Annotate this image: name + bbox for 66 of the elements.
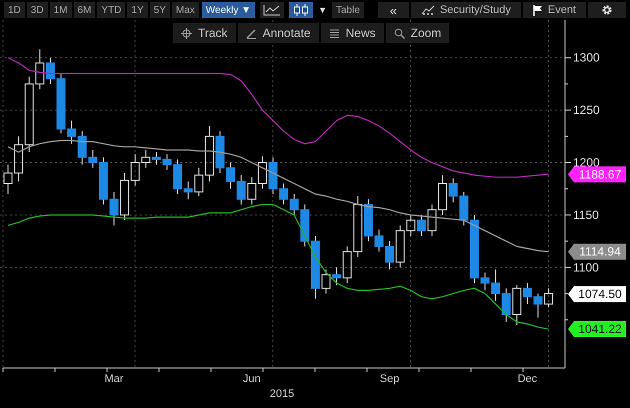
- candlestick: [416, 214, 426, 236]
- candlestick-button[interactable]: [289, 2, 314, 18]
- line-chart-icon: [263, 4, 282, 16]
- x-axis-title: 2015: [270, 388, 294, 400]
- candlestick: [480, 272, 490, 291]
- candlestick: [502, 288, 511, 322]
- candlestick: [268, 156, 278, 194]
- price-tag: 1114.94: [568, 244, 626, 260]
- track-tool-button[interactable]: Track: [173, 23, 236, 43]
- candlestick: [226, 162, 236, 190]
- candlestick: [236, 174, 246, 205]
- security-study-button[interactable]: Security/Study: [410, 2, 521, 18]
- line-chart-button[interactable]: [260, 2, 284, 18]
- candlestick: [4, 164, 12, 194]
- x-tick-label: Mar: [104, 373, 124, 385]
- zoom-tool-button[interactable]: Zoom: [386, 23, 450, 43]
- candlestick: [491, 268, 500, 302]
- candlestick: [258, 156, 267, 190]
- range-button[interactable]: 1M: [50, 2, 72, 18]
- price-tag: 1188.67: [568, 166, 626, 182]
- settings-button[interactable]: [588, 2, 626, 18]
- flag-icon: [532, 4, 543, 16]
- news-tool-button[interactable]: News: [320, 23, 384, 43]
- range-button[interactable]: 1D: [4, 2, 25, 18]
- crosshair-icon: [181, 28, 192, 38]
- price-tag: 1041.22: [568, 320, 626, 337]
- chart-type-caret[interactable]: ▼: [315, 5, 330, 15]
- range-button[interactable]: 3D: [26, 2, 48, 18]
- x-tick-label: Jun: [242, 373, 261, 385]
- pencil-icon: [246, 28, 257, 38]
- candlestick: [216, 130, 224, 174]
- range-button[interactable]: 1Y: [127, 2, 148, 18]
- y-tick-label: 1100: [573, 260, 599, 274]
- search-icon: [394, 28, 405, 38]
- candlestick: [110, 191, 118, 226]
- candlestick: [364, 198, 373, 242]
- candlestick: [56, 72, 66, 134]
- y-tick-label: 1150: [573, 208, 599, 222]
- candlestick: [152, 152, 161, 166]
- candlestick: [67, 120, 76, 144]
- candlestick: [534, 293, 542, 318]
- period-dropdown[interactable]: Weekly ▼: [202, 2, 256, 18]
- candlestick: [544, 288, 554, 308]
- range-button[interactable]: 5Y: [150, 2, 170, 18]
- candlestick: [247, 176, 256, 205]
- event-button[interactable]: Event: [522, 2, 586, 18]
- candlestick: [428, 204, 436, 236]
- lines-icon: [328, 28, 340, 38]
- table-button[interactable]: Table: [332, 2, 364, 18]
- y-tick-label: 1300: [573, 50, 600, 65]
- range-button[interactable]: Max: [172, 2, 199, 18]
- candlestick: [322, 268, 330, 294]
- annotate-tool-button[interactable]: Annotate: [238, 23, 319, 43]
- chart-icon: [420, 5, 435, 15]
- candlestick-icon: [292, 4, 310, 16]
- range-button[interactable]: 6M: [74, 2, 96, 18]
- candlestick: [162, 154, 172, 170]
- price-tag: 1074.50: [568, 286, 626, 302]
- x-tick-label: Dec: [518, 373, 538, 385]
- collapse-button[interactable]: «: [378, 2, 409, 18]
- candlestick: [374, 229, 384, 252]
- range-button[interactable]: YTD: [97, 2, 126, 18]
- settings-icon: [601, 4, 613, 16]
- x-tick-label: Sep: [380, 373, 400, 385]
- candlestick: [279, 183, 288, 205]
- y-tick-label: 1250: [573, 103, 600, 118]
